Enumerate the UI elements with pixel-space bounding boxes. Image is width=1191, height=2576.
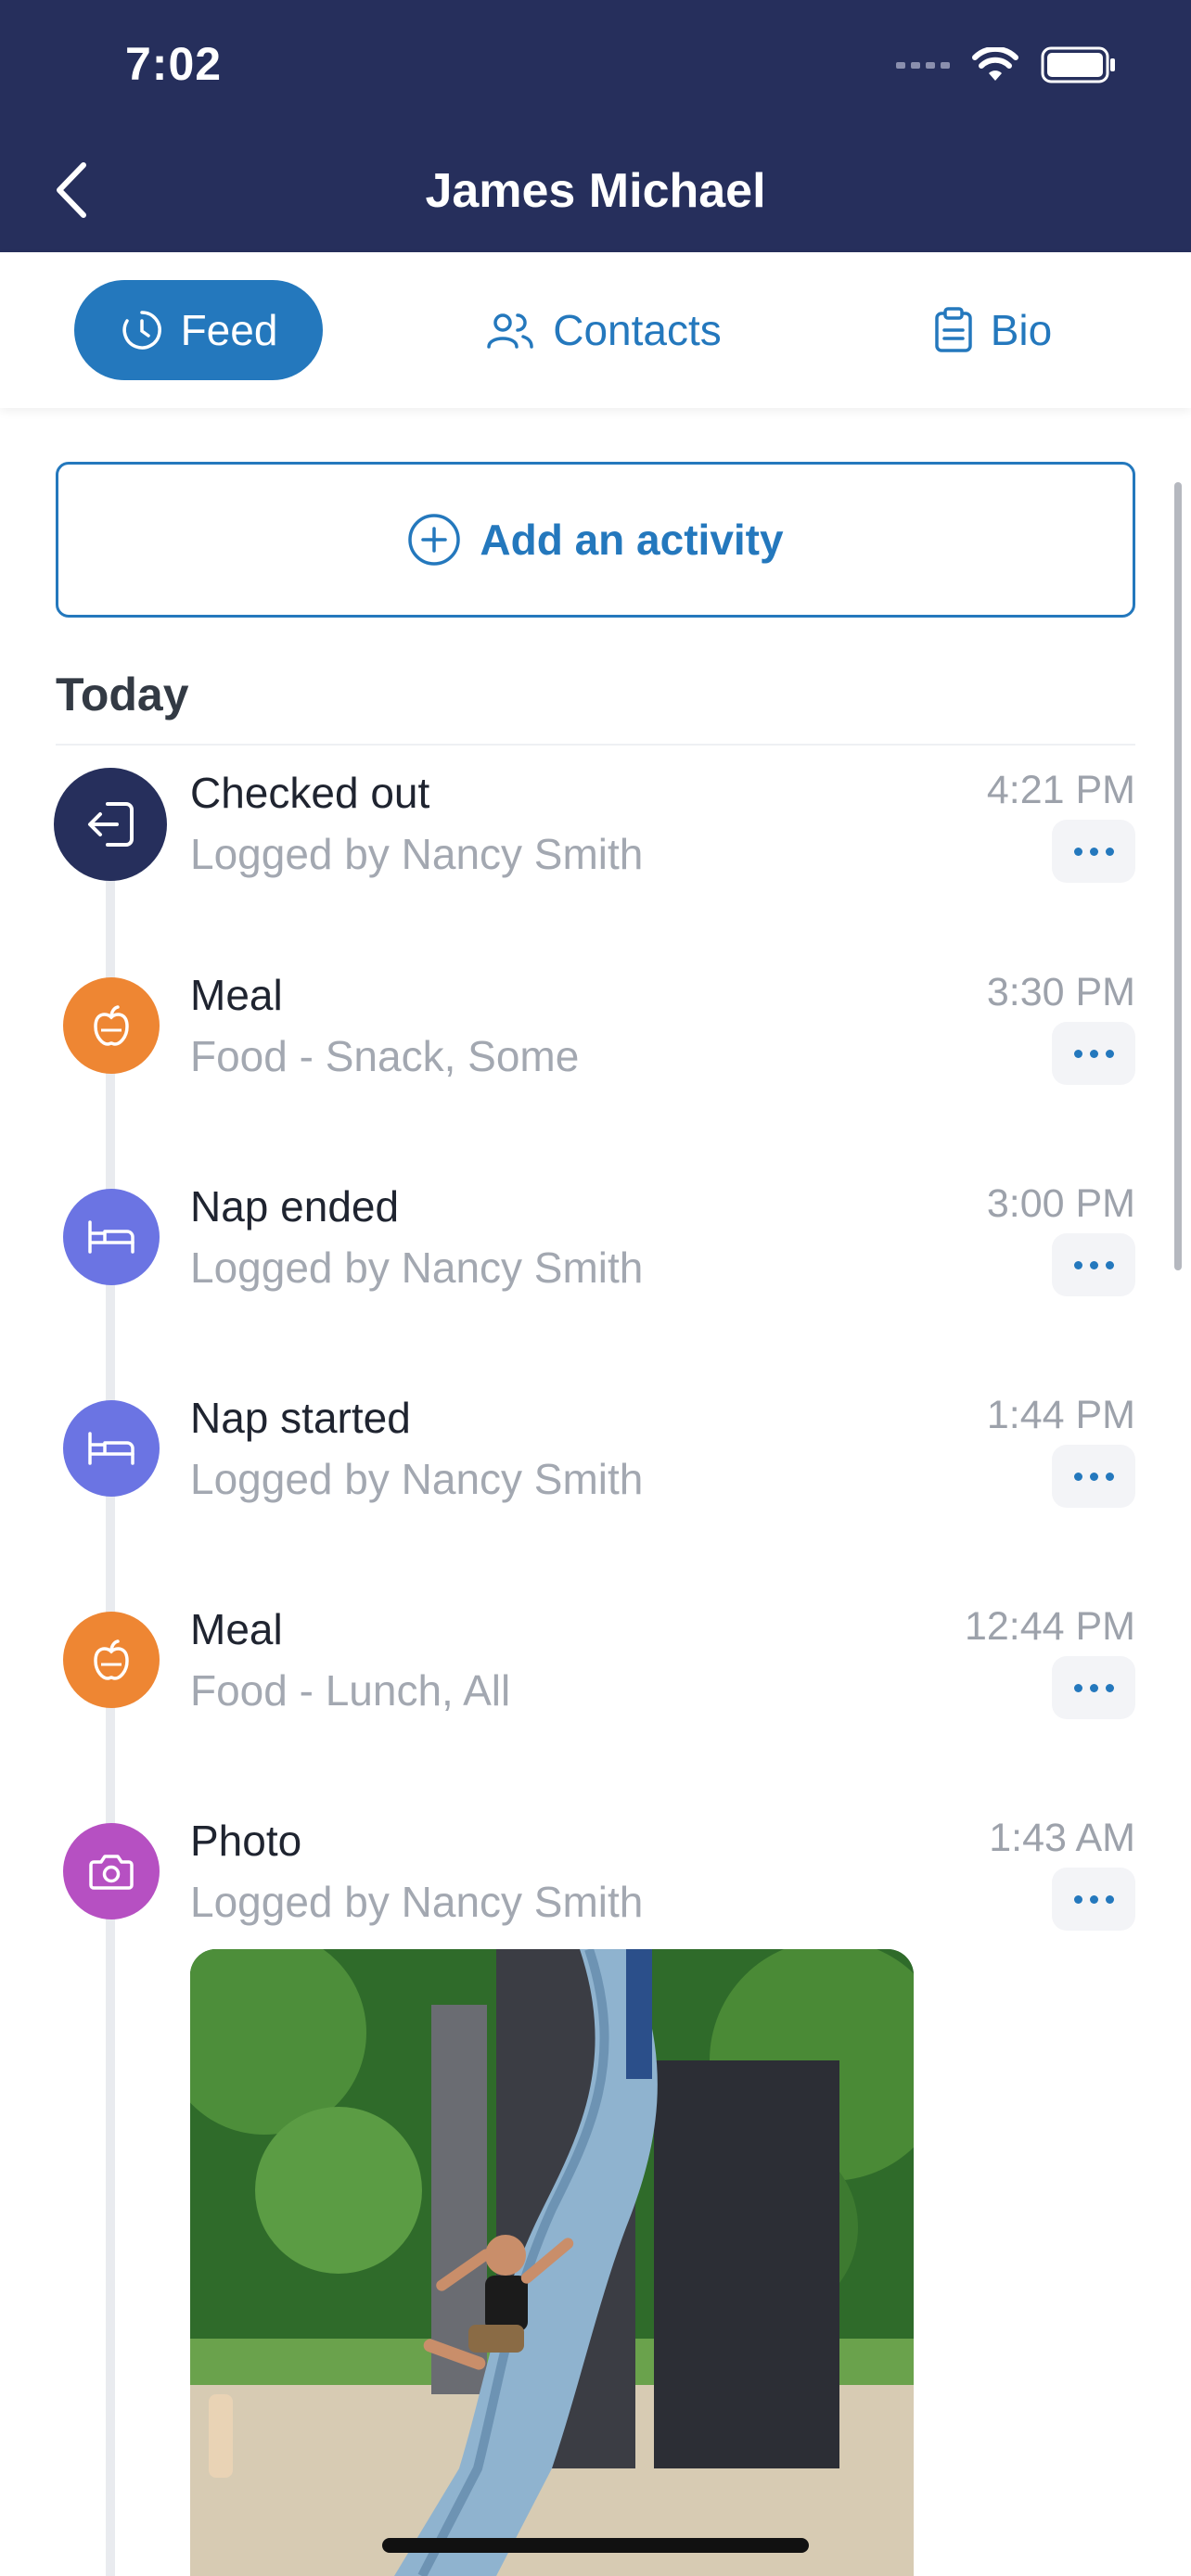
more-options-button[interactable] — [1052, 1656, 1135, 1719]
feed-item-title: Checked out — [190, 769, 430, 817]
feed-item-time: 1:44 PM — [986, 1393, 1135, 1437]
checkout-icon — [54, 768, 167, 881]
more-options-button[interactable] — [1052, 820, 1135, 883]
feed-item-time: 3:30 PM — [986, 970, 1135, 1014]
tab-bar: Feed Contacts Bio — [0, 252, 1191, 408]
clock-icon — [122, 311, 161, 350]
feed-item[interactable]: Meal Food - Snack, Some 3:30 PM — [0, 970, 1191, 1137]
apple-icon — [63, 1612, 160, 1708]
feed-item-subtitle: Logged by Nancy Smith — [190, 1243, 644, 1292]
divider — [56, 744, 1135, 746]
feed-item-time: 4:21 PM — [986, 768, 1135, 812]
more-options-button[interactable] — [1052, 1445, 1135, 1508]
cellular-signal-icon — [896, 61, 950, 69]
feed-item[interactable]: Meal Food - Lunch, All 12:44 PM — [0, 1604, 1191, 1771]
bed-icon — [63, 1189, 160, 1285]
feed-item-title: Meal — [190, 971, 283, 1019]
battery-icon — [1041, 46, 1115, 83]
tab-feed[interactable]: Feed — [74, 280, 323, 380]
feed-item[interactable]: Nap ended Logged by Nancy Smith 3:00 PM — [0, 1181, 1191, 1348]
tab-contacts[interactable]: Contacts — [464, 280, 742, 380]
feed-item[interactable]: Checked out Logged by Nancy Smith 4:21 P… — [0, 768, 1191, 935]
scrollbar[interactable] — [1174, 482, 1182, 1270]
more-options-button[interactable] — [1052, 1233, 1135, 1296]
tab-label: Contacts — [553, 306, 722, 354]
feed-item-subtitle: Logged by Nancy Smith — [190, 1878, 644, 1926]
feed-item-subtitle: Food - Lunch, All — [190, 1666, 511, 1715]
more-options-button[interactable] — [1052, 1022, 1135, 1085]
tab-label: Bio — [990, 306, 1053, 354]
apple-icon — [63, 977, 160, 1074]
clipboard-icon — [935, 307, 972, 352]
bed-icon — [63, 1400, 160, 1497]
feed-item-subtitle: Food - Snack, Some — [190, 1032, 580, 1080]
camera-icon — [63, 1823, 160, 1919]
more-options-button[interactable] — [1052, 1868, 1135, 1931]
feed-item-time: 3:00 PM — [986, 1181, 1135, 1226]
page-title: James Michael — [425, 164, 766, 218]
people-icon — [487, 313, 533, 349]
plus-circle-icon — [408, 514, 461, 566]
status-icons — [896, 46, 1117, 83]
tab-bio[interactable]: Bio — [918, 280, 1067, 380]
home-indicator — [382, 2538, 809, 2553]
feed-item[interactable]: Photo Logged by Nancy Smith 1:43 AM — [0, 1816, 1191, 1955]
activity-photo[interactable] — [190, 1949, 914, 2576]
feed-item-subtitle: Logged by Nancy Smith — [190, 1455, 644, 1503]
feed-item-title: Meal — [190, 1605, 283, 1653]
feed-item-time: 1:43 AM — [989, 1816, 1135, 1860]
tab-label: Feed — [180, 306, 278, 354]
top-bar: 7:02 James Michael — [0, 0, 1191, 252]
status-time: 7:02 — [125, 38, 223, 90]
feed-item-time: 12:44 PM — [964, 1604, 1135, 1649]
feed-item-title: Photo — [190, 1817, 302, 1865]
feed-item-subtitle: Logged by Nancy Smith — [190, 830, 644, 878]
feed-item-title: Nap ended — [190, 1182, 400, 1231]
add-activity-label: Add an activity — [480, 516, 784, 564]
add-activity-button[interactable]: Add an activity — [56, 462, 1135, 618]
feed-item-title: Nap started — [190, 1394, 411, 1442]
wifi-icon — [972, 47, 1018, 81]
feed-item[interactable]: Nap started Logged by Nancy Smith 1:44 P… — [0, 1393, 1191, 1560]
section-title: Today — [56, 669, 189, 721]
